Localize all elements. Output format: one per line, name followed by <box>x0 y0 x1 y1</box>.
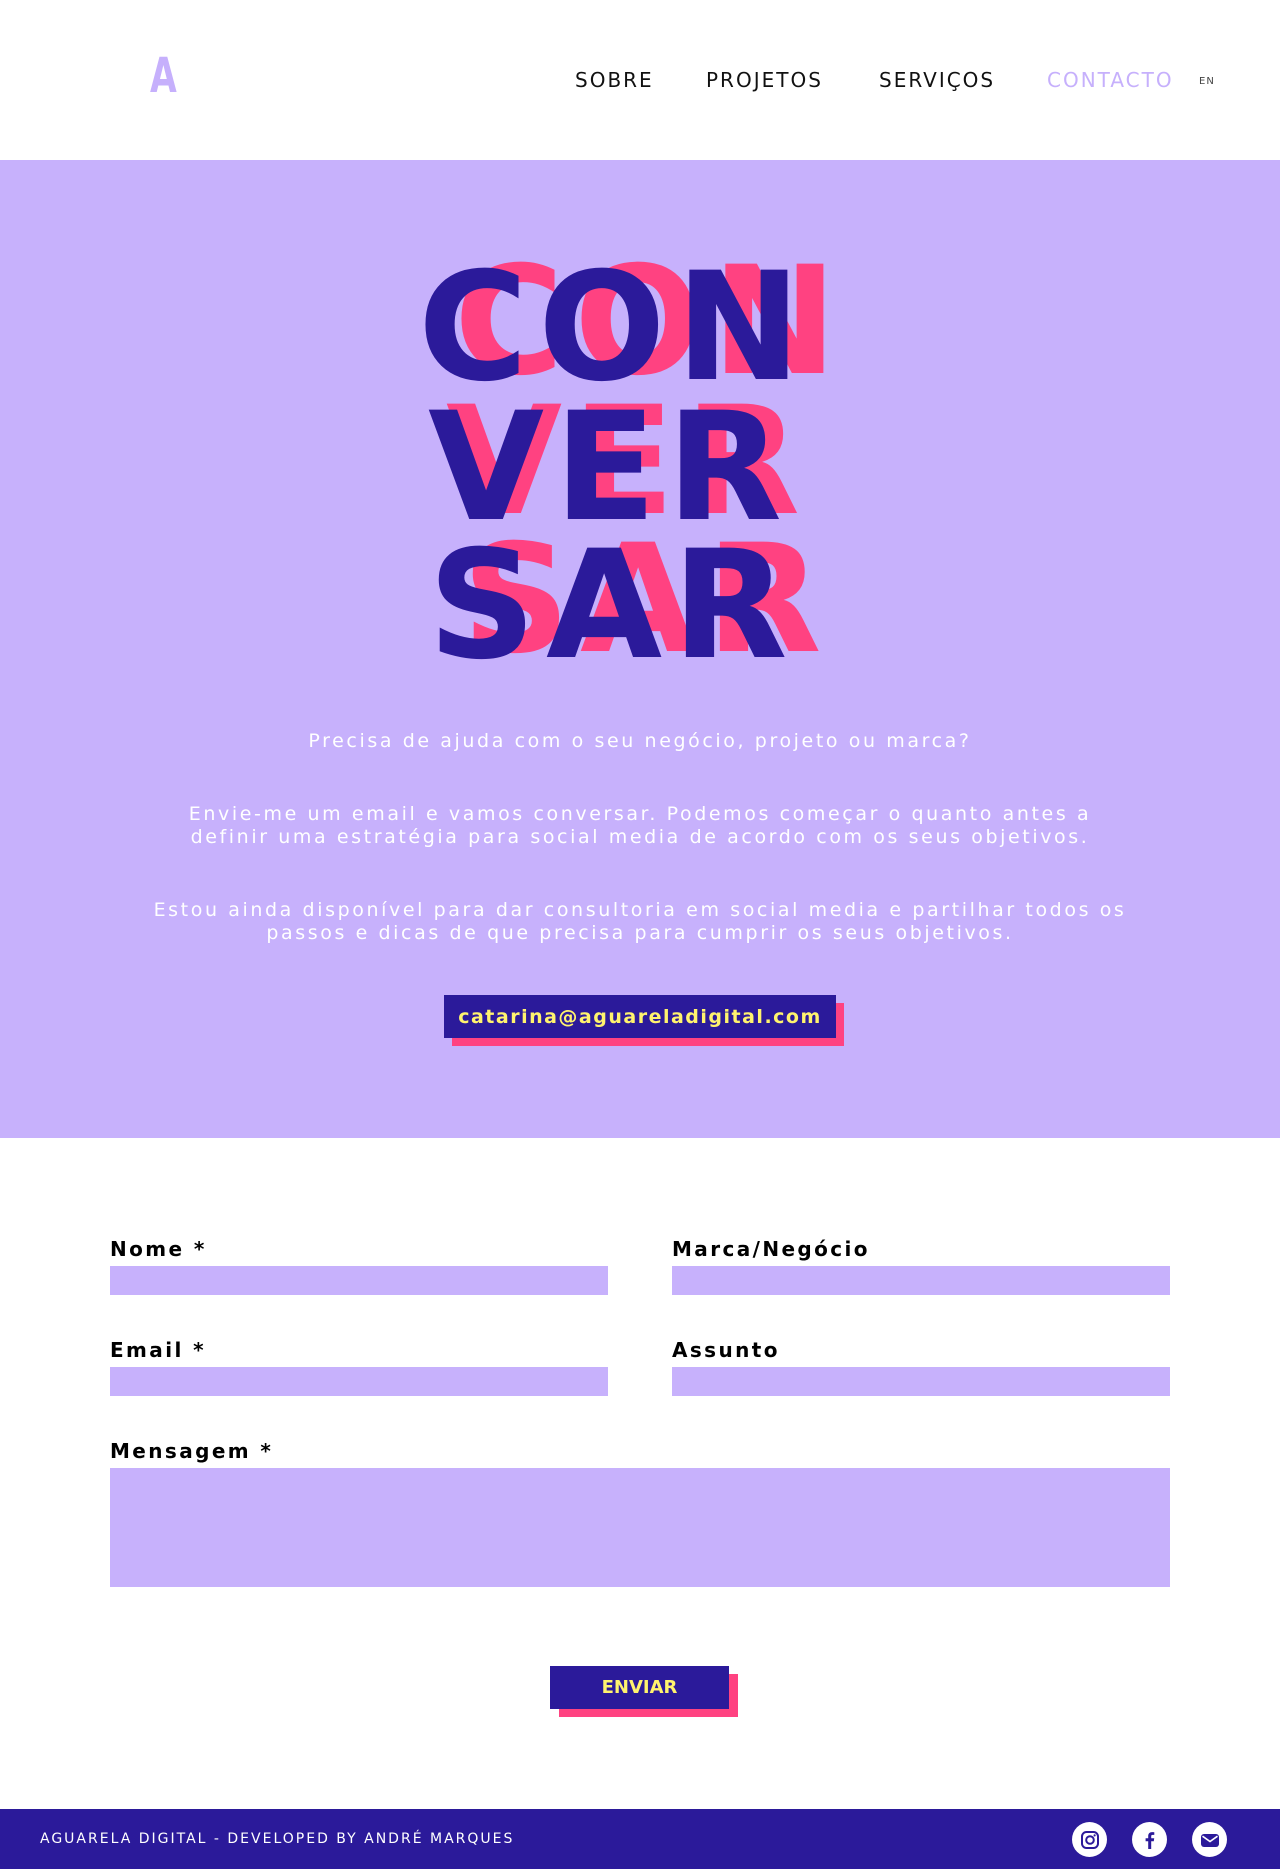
message-textarea[interactable] <box>110 1468 1170 1587</box>
nav-sobre[interactable]: SOBRE <box>575 68 654 92</box>
site-header: A SOBRE PROJETOS SERVIÇOS CONTACTO EN <box>0 0 1280 160</box>
nav-projetos[interactable]: PROJETOS <box>706 68 823 92</box>
hero-paragraph-consulting: Estou ainda disponível para dar consulto… <box>153 899 1127 944</box>
site-logo[interactable]: A <box>150 52 177 100</box>
footer-credit: AGUARELA DIGITAL - DEVELOPED BY ANDRÉ MA… <box>40 1831 515 1847</box>
mail-icon[interactable] <box>1192 1822 1227 1857</box>
subject-label: Assunto <box>672 1338 780 1362</box>
language-switch-en[interactable]: EN <box>1199 76 1215 87</box>
email-button[interactable]: catarina@aguareladigital.com <box>444 995 836 1038</box>
nav-contacto[interactable]: CONTACTO <box>1047 68 1174 92</box>
facebook-icon[interactable] <box>1132 1822 1167 1857</box>
hero-title-line-3: SAR SAR <box>0 519 1280 693</box>
submit-button-wrap: ENVIAR <box>550 1666 740 1718</box>
brand-label: Marca/Negócio <box>672 1237 870 1261</box>
instagram-icon[interactable] <box>1072 1822 1107 1857</box>
name-label: Nome * <box>110 1237 207 1261</box>
contact-hero: CON CON VER VER SAR SAR Precisa de ajuda… <box>0 160 1280 1138</box>
message-label: Mensagem * <box>110 1439 274 1463</box>
brand-input[interactable] <box>672 1266 1170 1295</box>
hero-title-text-3: SAR <box>428 519 798 693</box>
submit-button[interactable]: ENVIAR <box>550 1666 729 1709</box>
hero-paragraph-email: Envie-me um email e vamos conversar. Pod… <box>188 803 1092 848</box>
email-input[interactable] <box>110 1367 608 1396</box>
email-button-wrap: catarina@aguareladigital.com <box>444 995 844 1047</box>
name-input[interactable] <box>110 1266 608 1295</box>
hero-question: Precisa de ajuda com o seu negócio, proj… <box>308 730 972 752</box>
subject-input[interactable] <box>672 1367 1170 1396</box>
nav-servicos[interactable]: SERVIÇOS <box>879 68 995 92</box>
email-label: Email * <box>110 1338 206 1362</box>
site-footer: AGUARELA DIGITAL - DEVELOPED BY ANDRÉ MA… <box>0 1809 1280 1869</box>
